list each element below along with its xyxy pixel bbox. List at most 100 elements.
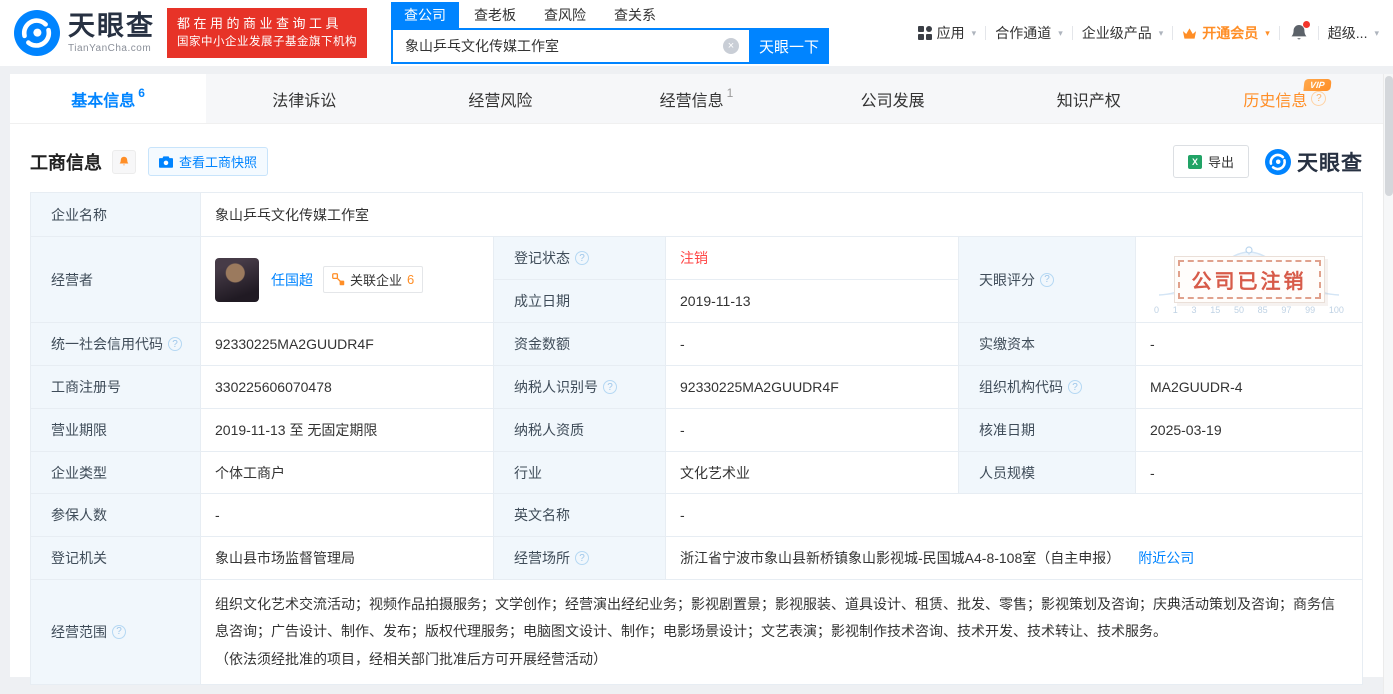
tab-history-info[interactable]: 历史信息 ? VIP [1187, 74, 1383, 123]
tab-intellectual-property[interactable]: 知识产权 [991, 74, 1187, 123]
field-value-company-name: 象山乒乓文化传媒工作室 [201, 193, 1363, 237]
field-label-establish-date: 成立日期 [494, 280, 666, 323]
header-nav: 应用 ▾ 合作通道 ▾ 企业级产品 ▾ 开通会员 ▾ [918, 23, 1379, 43]
nav-open-vip-label: 开通会员 [1202, 23, 1258, 43]
field-label-company-type: 企业类型 [31, 452, 201, 494]
nav-separator [1172, 26, 1173, 40]
related-companies-button[interactable]: 关联企业 6 [323, 266, 423, 293]
field-label-credit-code: 统一社会信用代码? [31, 323, 201, 366]
search-tab-relation[interactable]: 查关系 [601, 2, 669, 28]
chevron-down-icon: ▾ [1159, 28, 1164, 39]
field-label-reg-status: 登记状态? [494, 237, 666, 280]
logo-domain: TianYanCha.com [68, 43, 155, 54]
page-gap [0, 66, 1393, 74]
field-value-authority: 象山县市场监督管理局 [201, 537, 494, 580]
notification-bell[interactable] [1289, 23, 1309, 43]
nav-enterprise[interactable]: 企业级产品 ▾ [1082, 23, 1164, 43]
search-tabs: 查公司 查老板 查风险 查关系 [391, 2, 829, 28]
section-title: 工商信息 [30, 149, 102, 175]
help-icon[interactable]: ? [575, 551, 589, 565]
help-icon[interactable]: ? [112, 625, 126, 639]
field-label-english-name: 英文名称 [494, 494, 666, 537]
export-button-label: 导出 [1208, 152, 1234, 171]
field-label-tianyan-score: 天眼评分? [959, 237, 1136, 323]
help-icon[interactable]: ? [603, 380, 617, 394]
scrollbar-thumb[interactable] [1385, 76, 1393, 196]
notification-dot [1303, 21, 1310, 28]
help-icon[interactable]: ? [575, 251, 589, 265]
field-value-staff-size: - [1136, 452, 1363, 494]
tab-label: 公司发展 [861, 87, 925, 111]
search-tab-boss[interactable]: 查老板 [461, 2, 529, 28]
tab-label: 基本信息 [71, 87, 135, 111]
field-label-authority: 登记机关 [31, 537, 201, 580]
tab-company-development[interactable]: 公司发展 [795, 74, 991, 123]
nav-apps[interactable]: 应用 ▾ [918, 23, 977, 43]
page-scrollbar[interactable] [1383, 74, 1393, 694]
detail-tab-bar: 基本信息 6 法律诉讼 经营风险 经营信息 1 公司发展 知识产权 历史信息 ?… [10, 74, 1383, 124]
help-icon[interactable]: ? [1040, 273, 1054, 287]
help-icon[interactable]: ? [1068, 380, 1082, 394]
scope-text: 组织文化艺术交流活动；视频作品拍摄服务；文学创作；经营演出经纪业务；影视剧置景；… [215, 596, 1335, 639]
vip-badge: VIP [1304, 79, 1332, 91]
field-value-operator: 任国超 关联企业 6 [201, 237, 494, 323]
help-icon[interactable]: ? [168, 337, 182, 351]
tab-label: 经营信息 [660, 87, 724, 111]
chevron-down-icon: ▾ [1058, 28, 1063, 39]
search-input[interactable] [391, 28, 749, 64]
nav-cooperation-label: 合作通道 [995, 23, 1051, 43]
field-value-term: 2019-11-13 至 无固定期限 [201, 409, 494, 452]
field-label-company-name: 企业名称 [31, 193, 201, 237]
field-value-insured: - [201, 494, 494, 537]
tab-operation-risk[interactable]: 经营风险 [402, 74, 598, 123]
tab-count: 1 [727, 86, 734, 100]
tab-legal-proceedings[interactable]: 法律诉讼 [206, 74, 402, 123]
search-block: 查公司 查老板 查风险 查关系 × 天眼一下 [391, 2, 829, 64]
help-icon[interactable]: ? [1311, 91, 1326, 106]
operator-avatar[interactable] [215, 258, 259, 302]
snapshot-button[interactable]: 查看工商快照 [148, 147, 268, 176]
watermark-logo-text: 天眼查 [1297, 147, 1363, 177]
field-value-org-code: MA2GUUDR-4 [1136, 366, 1363, 409]
field-label-industry: 行业 [494, 452, 666, 494]
company-detail-card: 基本信息 6 法律诉讼 经营风险 经营信息 1 公司发展 知识产权 历史信息 ?… [10, 74, 1383, 677]
nav-open-vip[interactable]: 开通会员 ▾ [1182, 23, 1270, 43]
deregistered-stamp: 公司已注销 [1174, 256, 1325, 303]
field-label-capital: 资金数额 [494, 323, 666, 366]
tab-label: 经营风险 [468, 87, 532, 111]
nav-separator [1318, 26, 1319, 40]
related-graph-icon [332, 273, 345, 286]
field-label-taxpayer-quality: 纳税人资质 [494, 409, 666, 452]
nearby-companies-link[interactable]: 附近公司 [1138, 548, 1194, 568]
tab-operation-info[interactable]: 经营信息 1 [598, 74, 794, 123]
nav-super-vip[interactable]: 超级... ▾ [1328, 23, 1379, 43]
search-button[interactable]: 天眼一下 [749, 28, 829, 64]
field-label-taxpayer-id: 纳税人识别号? [494, 366, 666, 409]
search-tab-company[interactable]: 查公司 [391, 2, 459, 28]
field-value-approval-date: 2025-03-19 [1136, 409, 1363, 452]
search-tab-risk[interactable]: 查风险 [531, 2, 599, 28]
field-value-reg-no: 330225606070478 [201, 366, 494, 409]
nav-super-vip-label: 超级... [1328, 23, 1368, 43]
subscribe-button[interactable] [112, 150, 136, 174]
score-axis: 0131550859799100 [1154, 305, 1344, 315]
field-value-credit-code: 92330225MA2GUUDR4F [201, 323, 494, 366]
field-value-establish-date: 2019-11-13 [666, 280, 959, 323]
field-value-address: 浙江省宁波市象山县新桥镇象山影视城-民国城A4-8-108室（自主申报） 附近公… [666, 537, 1363, 580]
tab-basic-info[interactable]: 基本信息 6 [10, 74, 206, 123]
clear-search-icon[interactable]: × [723, 38, 739, 54]
crown-icon [1182, 27, 1197, 40]
field-label-paid-capital: 实缴资本 [959, 323, 1136, 366]
operator-name-link[interactable]: 任国超 [271, 270, 313, 290]
export-button[interactable]: X 导出 [1173, 145, 1249, 178]
business-info-table: 企业名称 象山乒乓文化传媒工作室 经营者 任国超 关联企业 6 登记状态? 注销… [30, 192, 1363, 685]
field-label-address: 经营场所? [494, 537, 666, 580]
field-value-english-name: - [666, 494, 1363, 537]
nav-cooperation[interactable]: 合作通道 ▾ [995, 23, 1063, 43]
top-header: 天眼查 TianYanCha.com 都在用的商业查询工具 国家中小企业发展子基… [0, 0, 1393, 66]
field-label-operator: 经营者 [31, 237, 201, 323]
tianyancha-logo[interactable]: 天眼查 TianYanCha.com [14, 10, 155, 56]
field-label-org-code: 组织机构代码? [959, 366, 1136, 409]
scope-note: （依法须经批准的项目，经相关部门批准后方可开展经营活动） [215, 646, 1348, 673]
section-header: 工商信息 查看工商快照 X 导出 [10, 124, 1383, 192]
